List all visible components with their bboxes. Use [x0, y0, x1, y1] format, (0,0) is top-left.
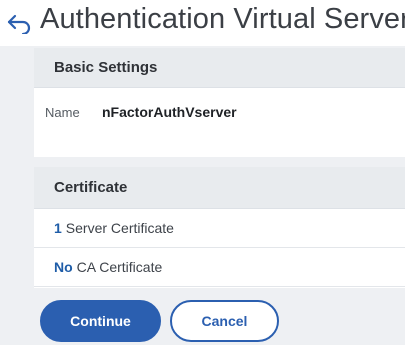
name-label: Name — [45, 105, 80, 120]
page-title: Authentication Virtual Server — [40, 3, 405, 35]
page: Authentication Virtual Server Basic Sett… — [0, 0, 405, 345]
ca-certificate-row[interactable]: No CA Certificate — [34, 248, 405, 287]
cancel-button[interactable]: Cancel — [170, 300, 279, 342]
name-row: Name nFactorAuthVserver — [34, 88, 405, 156]
server-certificate-label: Server Certificate — [65, 220, 174, 236]
server-certificate-count[interactable]: 1 — [54, 220, 62, 236]
continue-button[interactable]: Continue — [40, 300, 161, 342]
server-certificate-row[interactable]: 1 Server Certificate — [34, 209, 405, 248]
certificate-panel: Certificate 1 Server Certificate No CA C… — [34, 167, 405, 288]
ca-certificate-count[interactable]: No — [54, 259, 73, 275]
name-value: nFactorAuthVserver — [102, 104, 237, 120]
basic-settings-panel: Basic Settings Name nFactorAuthVserver — [34, 48, 405, 157]
back-arrow-icon[interactable] — [6, 12, 32, 34]
page-header: Authentication Virtual Server — [0, 0, 405, 46]
basic-settings-heading: Basic Settings — [34, 48, 405, 88]
certificate-heading: Certificate — [34, 167, 405, 209]
ca-certificate-label: CA Certificate — [76, 259, 163, 275]
